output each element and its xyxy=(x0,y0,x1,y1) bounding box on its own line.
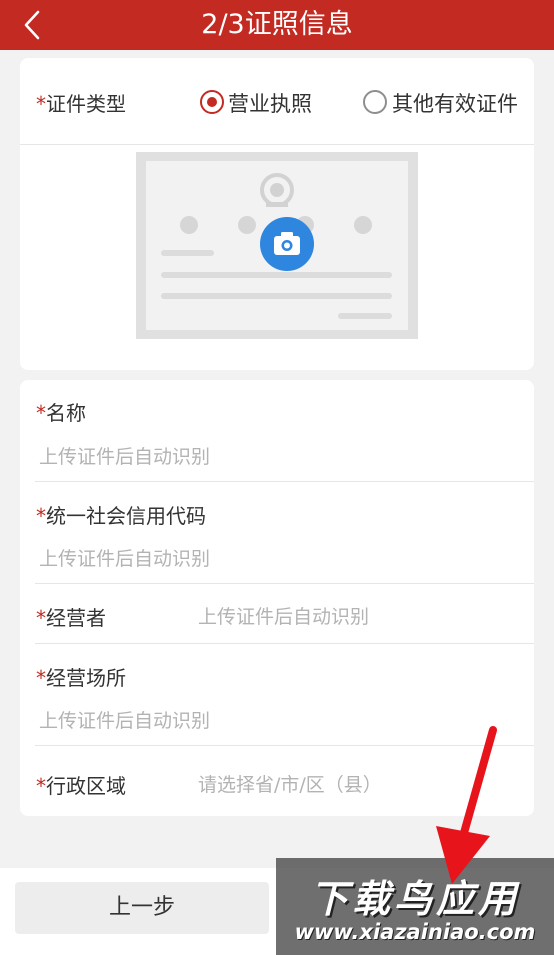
app-header: 2/3证照信息 xyxy=(0,0,554,50)
watermark: 下载鸟应用 www.xiazainiao.com xyxy=(276,858,554,955)
license-upload-area[interactable] xyxy=(136,152,418,339)
divider xyxy=(20,144,534,145)
divider xyxy=(35,481,534,482)
operator-label: *经营者 xyxy=(36,606,106,630)
divider xyxy=(35,643,534,644)
name-label: *名称 xyxy=(36,401,86,425)
watermark-title: 下载鸟应用 xyxy=(309,877,520,921)
info-form-card: *名称 上传证件后自动识别 *统一社会信用代码 上传证件后自动识别 *经营者 上… xyxy=(20,380,534,816)
text-line xyxy=(338,313,392,319)
divider xyxy=(35,583,534,584)
premises-label: *经营场所 xyxy=(36,666,126,690)
certificate-card: *证件类型 营业执照 其他有效证件 xyxy=(20,58,534,370)
radio-label-business-license[interactable]: 营业执照 xyxy=(228,88,312,118)
emblem-icon xyxy=(260,173,294,207)
text-line xyxy=(161,250,214,256)
region-select[interactable]: 请选择省/市/区（县） xyxy=(198,770,382,797)
credit-code-label: *统一社会信用代码 xyxy=(36,504,206,528)
previous-step-button[interactable]: 上一步 xyxy=(15,882,269,934)
divider xyxy=(35,745,534,746)
cert-type-label: *证件类型 xyxy=(36,92,126,116)
camera-icon xyxy=(274,232,300,255)
name-input[interactable]: 上传证件后自动识别 xyxy=(39,442,210,469)
radio-other-certificate[interactable] xyxy=(363,90,387,114)
page-title: 2/3证照信息 xyxy=(201,9,353,40)
text-line xyxy=(161,293,392,299)
camera-button[interactable] xyxy=(260,217,314,271)
radio-label-other-certificate[interactable]: 其他有效证件 xyxy=(392,88,518,118)
dot xyxy=(238,216,256,234)
text-line xyxy=(161,272,392,278)
watermark-url: www.xiazainiao.com xyxy=(294,920,536,944)
radio-business-license[interactable] xyxy=(200,90,224,114)
credit-code-input[interactable]: 上传证件后自动识别 xyxy=(39,544,210,571)
region-label: *行政区域 xyxy=(36,774,126,798)
license-placeholder-image xyxy=(146,161,408,330)
dot xyxy=(180,216,198,234)
dot xyxy=(354,216,372,234)
operator-input[interactable]: 上传证件后自动识别 xyxy=(198,602,369,629)
premises-input[interactable]: 上传证件后自动识别 xyxy=(39,706,210,733)
